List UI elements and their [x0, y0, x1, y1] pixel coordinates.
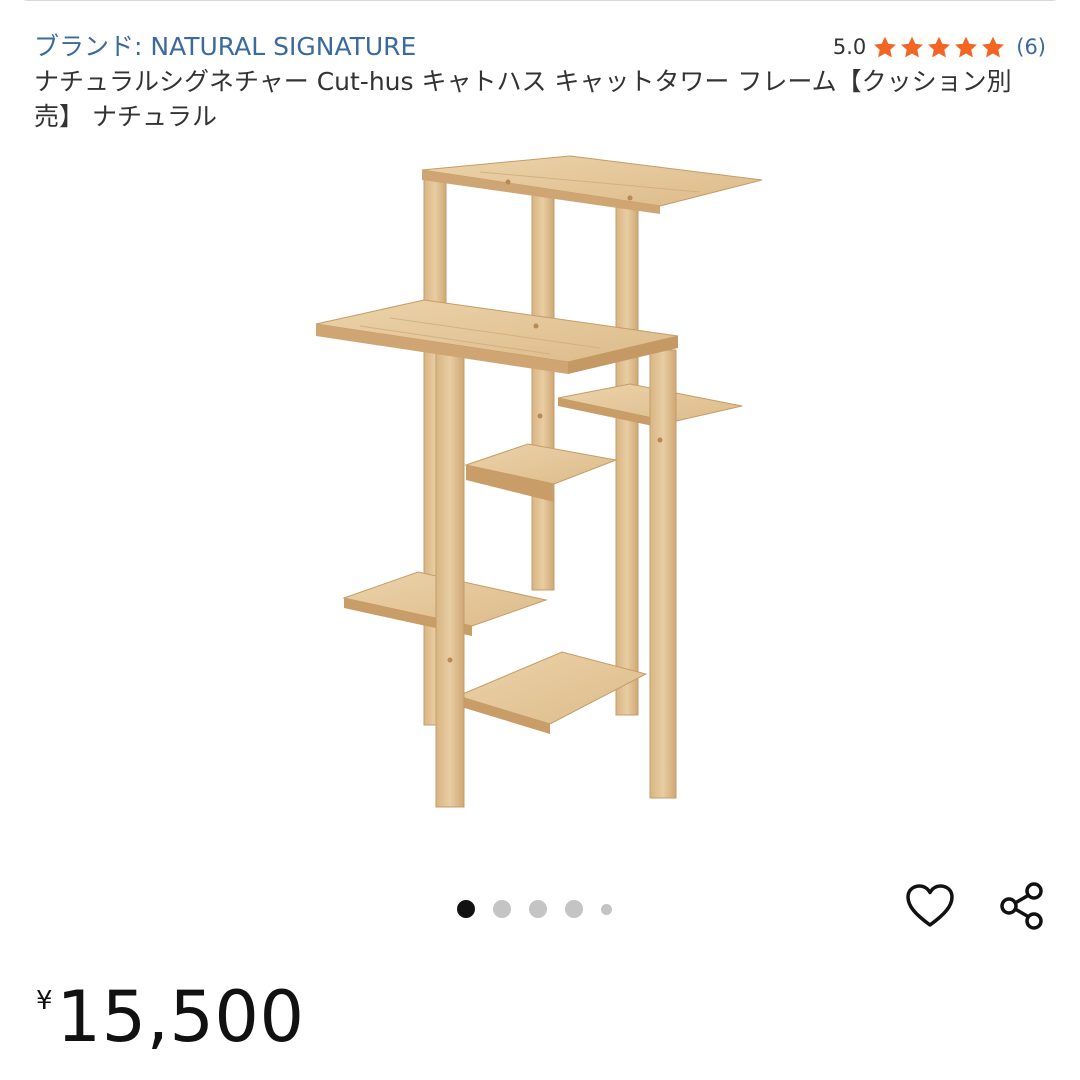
star-icon [926, 35, 952, 60]
carousel-dot-2[interactable] [493, 900, 511, 918]
carousel-dot-4[interactable] [565, 900, 583, 918]
star-icon [872, 35, 898, 60]
previous-card-edge [18, 0, 1062, 1]
star-icon [899, 35, 925, 60]
currency-symbol: ¥ [36, 986, 53, 1016]
brand-link[interactable]: ブランド: NATURAL SIGNATURE [34, 30, 416, 64]
carousel-dot-5[interactable] [601, 903, 612, 915]
rating-stars [872, 35, 1006, 60]
star-icon [980, 35, 1006, 60]
share-button[interactable] [994, 880, 1050, 936]
price-amount: 15,500 [56, 976, 305, 1058]
heart-icon [905, 883, 955, 933]
like-button[interactable] [902, 880, 958, 936]
price: ¥ 15,500 [36, 972, 304, 1062]
carousel-dot-1[interactable] [457, 900, 475, 918]
carousel-dot-3[interactable] [529, 900, 547, 918]
share-icon [998, 881, 1046, 935]
product-image[interactable] [300, 140, 770, 830]
product-page: ブランド: NATURAL SIGNATURE 5.0 (6) ナチュラルシグネ… [0, 0, 1080, 1080]
star-icon [953, 35, 979, 60]
rating-value: 5.0 [832, 35, 867, 59]
image-carousel-indicator[interactable] [457, 900, 612, 918]
product-header: ブランド: NATURAL SIGNATURE 5.0 (6) [34, 30, 1046, 64]
review-count-link[interactable]: (6) [1016, 35, 1046, 59]
cat-tower-illustration [315, 155, 763, 808]
rating-summary[interactable]: 5.0 (6) [833, 30, 1046, 64]
product-title: ナチュラルシグネチャー Cut-hus キャトハス キャットタワー フレーム【ク… [34, 67, 1012, 131]
